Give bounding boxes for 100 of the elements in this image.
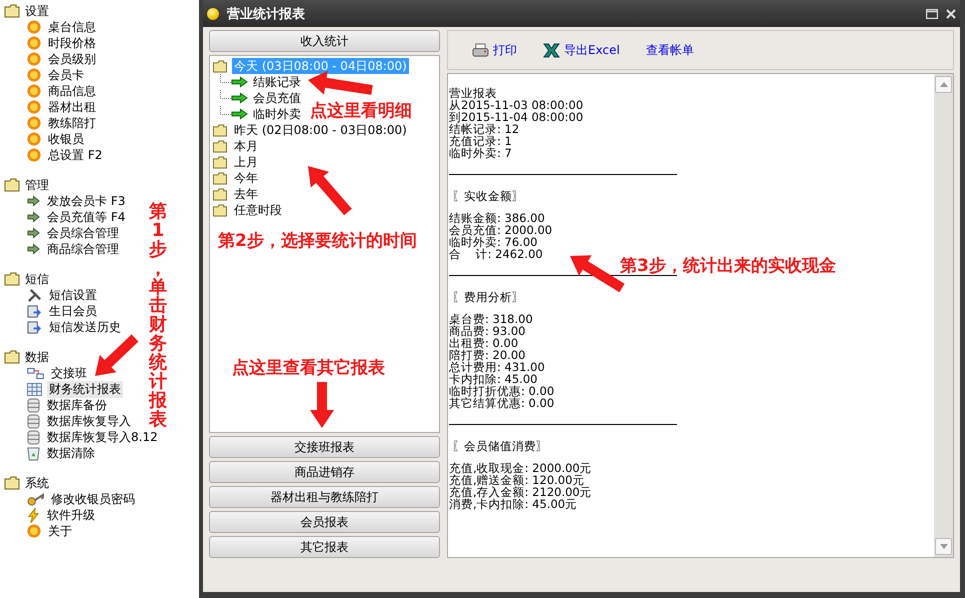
report-line: 会员充值: 2000.00 [449, 224, 552, 236]
annotation-text: 点这里查看其它报表 [232, 357, 385, 379]
report-button[interactable]: 其它报表 [209, 536, 440, 558]
folder-icon [3, 4, 21, 18]
annotation-arrow [308, 70, 373, 95]
maximize-icon[interactable] [926, 8, 938, 18]
sidebar-item[interactable]: 交接班 [49, 364, 89, 382]
period-tree-item[interactable]: 临时外卖 [251, 106, 303, 122]
recycle-bin-icon [27, 446, 40, 460]
folder-icon [212, 172, 228, 184]
sidebar-item[interactable]: 数据清除 [45, 444, 97, 462]
income-stats-button[interactable]: 收入统计 [209, 30, 440, 52]
report-line: 消费,卡内扣除: 45.00元 [449, 498, 578, 510]
period-tree-item[interactable]: 任意时段 [232, 202, 284, 218]
scroll-down-icon[interactable] [935, 538, 952, 555]
report-line: 总计费用: 431.00 [449, 361, 545, 373]
sidebar-item[interactable]: 会员级别 [46, 50, 98, 68]
report-button[interactable]: 商品进销存 [209, 461, 440, 483]
report-line: 充值,收取现金: 2000.00元 [449, 462, 592, 474]
sidebar-item[interactable]: 数据库备份 [45, 396, 109, 414]
close-icon[interactable] [946, 8, 956, 18]
folder-icon [3, 350, 21, 364]
toolbar-link[interactable]: 查看帐单 [646, 42, 694, 58]
period-tree-item[interactable]: 上月 [232, 154, 260, 170]
sidebar-item[interactable]: 器材出租 [46, 98, 98, 116]
sidebar-item[interactable]: 数据库恢复导入8.12 [45, 428, 160, 446]
arrow-right-icon [231, 76, 248, 88]
sidebar-item[interactable]: 桌台信息 [46, 18, 98, 36]
folder-icon [212, 188, 228, 200]
document-arrow-icon [27, 320, 42, 334]
annotation-arrow [95, 334, 138, 376]
scroll-up-icon[interactable] [935, 76, 952, 93]
annotation-text: 第2步，选择要统计的时间 [218, 230, 417, 252]
excel-icon [543, 42, 560, 58]
period-tree-item[interactable]: 今年 [232, 170, 260, 186]
report-button[interactable]: 器材出租与教练陪打 [209, 486, 440, 508]
toolbar-link[interactable]: 导出Excel [543, 42, 620, 58]
report-line: 合 计: 2462.00 [449, 248, 543, 260]
period-tree-item[interactable]: 结账记录 [251, 74, 303, 90]
sidebar-item[interactable]: 短信发送历史 [47, 318, 123, 336]
sun-icon [27, 524, 41, 538]
period-tree-item[interactable]: 本月 [232, 138, 260, 154]
report-line: 从2015-11-03 08:00:00 [449, 99, 584, 111]
sidebar-item[interactable]: 发放会员卡 F3 [45, 192, 128, 210]
printer-icon [472, 42, 489, 58]
sidebar-item[interactable]: 教练陪打 [46, 114, 98, 132]
sun-icon [27, 116, 41, 130]
sidebar-item[interactable]: 财务统计报表 [47, 380, 123, 398]
report-line: 营业报表 [449, 87, 497, 99]
sidebar-item[interactable]: 时段价格 [46, 34, 98, 52]
sidebar-item[interactable]: 会员卡 [46, 66, 86, 84]
sidebar-item[interactable]: 总设置 F2 [46, 146, 104, 164]
sidebar-item[interactable]: 数据库恢复导入 [45, 412, 133, 430]
lightning-icon [27, 508, 40, 522]
report-button[interactable]: 会员报表 [209, 511, 440, 533]
sun-icon [27, 132, 41, 146]
report-line: 出租费: 0.00 [449, 337, 518, 349]
arrow-right-icon [231, 92, 248, 104]
sun-icon [27, 20, 41, 34]
database-icon [27, 398, 40, 412]
database-icon [27, 430, 40, 444]
folder-icon [212, 124, 228, 136]
sidebar-group-label[interactable]: 短信 [25, 270, 49, 288]
toolbar-link[interactable]: 打印 [472, 42, 517, 58]
sidebar-group-label[interactable]: 数据 [25, 348, 49, 366]
folder-icon [3, 178, 21, 192]
sidebar-group-label[interactable]: 设置 [25, 2, 49, 20]
sidebar-group-label[interactable]: 管理 [25, 176, 49, 194]
sidebar-item[interactable]: 收银员 [46, 130, 86, 148]
database-icon [27, 414, 40, 428]
windows-icon [27, 368, 44, 378]
sidebar-item[interactable]: 会员充值等 F4 [45, 208, 128, 226]
sidebar-item[interactable]: 修改收银员密码 [49, 490, 137, 508]
period-tree-item[interactable]: 会员充值 [251, 90, 303, 106]
sidebar-item[interactable]: 生日会员 [47, 302, 99, 320]
period-tree-item[interactable]: 昨天 (02日08:00 - 03日08:00) [232, 122, 409, 138]
arrow-right-icon [27, 227, 40, 239]
report-line: 结账金额: 386.00 [449, 212, 545, 224]
sidebar-item[interactable]: 商品综合管理 [45, 240, 121, 258]
sidebar-item[interactable]: 短信设置 [47, 286, 99, 304]
sidebar-item[interactable]: 软件升级 [45, 506, 97, 524]
document-arrow-icon [27, 304, 42, 318]
sidebar-item[interactable]: 会员综合管理 [45, 224, 121, 242]
arrow-right-icon [27, 243, 40, 255]
report-line: 临时打折优惠: 0.00 [449, 385, 554, 397]
report-line: 充值记录: 1 [449, 135, 512, 147]
report-line: 商品费: 93.00 [449, 325, 526, 337]
report-button[interactable]: 交接班报表 [209, 436, 440, 458]
sun-icon [27, 52, 41, 66]
period-tree-item[interactable]: 去年 [232, 186, 260, 202]
sidebar-item[interactable]: 商品信息 [46, 82, 98, 100]
report-line: 充值,赠送金额: 120.00元 [449, 474, 584, 486]
scrollbar[interactable] [934, 74, 953, 557]
annotation-text: 第1步，单击财务统计报表 [148, 203, 168, 430]
arrow-right-icon [27, 211, 40, 223]
sidebar-group-label[interactable]: 系统 [25, 474, 49, 492]
report-line: 临时外卖: 7 [449, 147, 512, 159]
sidebar-item[interactable]: 关于 [46, 522, 74, 540]
sun-icon [27, 100, 41, 114]
sun-icon [27, 68, 41, 82]
